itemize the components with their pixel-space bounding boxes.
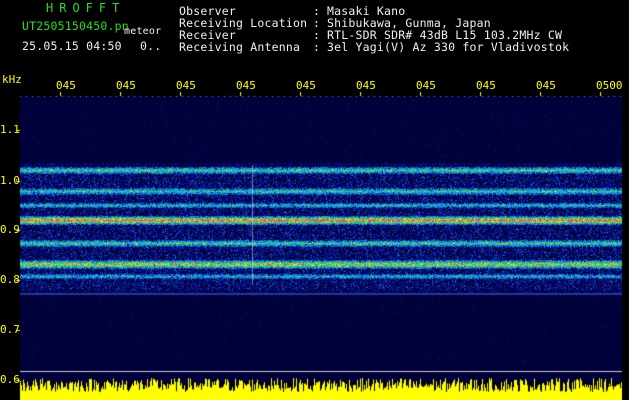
y-tick: 0.9 xyxy=(0,223,20,236)
count-label: 0.. xyxy=(140,39,162,53)
y-tick: 0.7 xyxy=(0,323,20,336)
x-tick: 045 xyxy=(116,79,136,92)
antenna-colon: : xyxy=(313,40,321,54)
y-tick: 1.0 xyxy=(0,174,20,187)
x-tick: 045 xyxy=(416,79,436,92)
x-tick: 045 xyxy=(356,79,376,92)
mode-label: meteor xyxy=(124,26,162,37)
x-tick: 045 xyxy=(236,79,256,92)
filename-label: UT2505150450.pn xyxy=(22,19,129,33)
spectrogram-canvas xyxy=(0,0,629,400)
y-tick: 1.1 xyxy=(0,123,20,136)
x-tick: 045 xyxy=(56,79,76,92)
y-tick: 0.6 xyxy=(0,373,20,386)
app-brand: HROFFT xyxy=(46,1,126,15)
axis-unit-label: kHz xyxy=(2,73,22,86)
x-tick: 045 xyxy=(296,79,316,92)
datetime-label: 25.05.15 04:50 xyxy=(22,39,122,53)
x-tick: 0500 xyxy=(596,79,623,92)
antenna-value: 3el Yagi(V) Az 330 for Vladivostok xyxy=(327,40,570,54)
x-tick: 045 xyxy=(536,79,556,92)
antenna-label: Receiving Antenna xyxy=(179,40,301,54)
y-tick: 0.8 xyxy=(0,273,20,286)
x-tick: 045 xyxy=(476,79,496,92)
x-tick: 045 xyxy=(176,79,196,92)
